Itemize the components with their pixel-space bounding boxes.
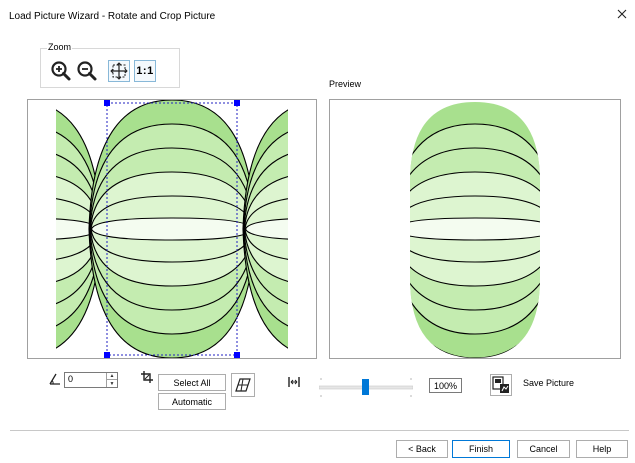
eye-band-0: [546, 100, 620, 358]
preview-panel: [329, 99, 621, 359]
select-all-label: Select All: [173, 377, 211, 388]
crop-grid-icon: [235, 378, 251, 392]
eye-band-1: [330, 124, 404, 334]
crop-handle[interactable]: [104, 100, 110, 106]
eye-band-4: [548, 196, 620, 262]
source-picture-panel[interactable]: [27, 99, 317, 359]
crop-handle[interactable]: [104, 352, 110, 358]
actual-size-button[interactable]: 1:1: [134, 60, 156, 82]
zoom-in-icon: [51, 61, 71, 81]
scale-percent-value: 100%: [433, 380, 458, 391]
title-bar: Load Picture Wizard - Rotate and Crop Pi…: [0, 0, 635, 30]
eye-band-0: [330, 100, 404, 358]
eye-band-5: [410, 217, 540, 241]
save-picture-icon: [492, 376, 509, 393]
select-all-button[interactable]: Select All: [158, 374, 226, 391]
crop-handle[interactable]: [234, 100, 240, 106]
rotation-angle-value[interactable]: 0: [68, 374, 73, 384]
cancel-label: Cancel: [529, 444, 558, 454]
help-button[interactable]: Help: [576, 440, 628, 458]
spin-down-arrow-icon[interactable]: ▼: [107, 380, 117, 387]
angle-icon: [49, 373, 60, 385]
scale-slider[interactable]: [318, 376, 414, 398]
zoom-out-button[interactable]: [76, 60, 98, 82]
preview-label: Preview: [329, 79, 362, 89]
actual-size-label: 1:1: [136, 65, 154, 77]
window-title: Load Picture Wizard - Rotate and Crop Pi…: [9, 11, 216, 22]
finish-label: Finish: [468, 444, 493, 454]
zoom-out-icon: [77, 61, 97, 81]
back-button[interactable]: < Back: [396, 440, 448, 458]
spin-up-arrow-icon[interactable]: ▲: [107, 373, 117, 380]
source-picture[interactable]: [28, 100, 316, 358]
crop-icon: [141, 371, 153, 383]
zoom-label: Zoom: [47, 42, 73, 52]
eye-band-3: [330, 172, 403, 286]
save-picture-label: Save Picture: [523, 378, 575, 388]
help-label: Help: [592, 444, 612, 454]
eye-band-4: [330, 196, 402, 262]
eye-band-5: [90, 217, 254, 241]
scale-horizontal-icon: [288, 377, 300, 387]
save-picture-button[interactable]: [490, 374, 512, 396]
scale-percent-field[interactable]: 100%: [429, 378, 462, 393]
back-label: < Back: [408, 444, 436, 454]
eye-band-1: [547, 124, 621, 334]
footer-divider: [10, 430, 629, 431]
eye-band-5: [330, 218, 402, 240]
eye-band-5: [549, 218, 621, 240]
eye-band-2: [547, 148, 620, 310]
zoom-in-button[interactable]: [50, 60, 72, 82]
zoom-fit-icon: [110, 62, 128, 80]
scale-slider-thumb[interactable]: [362, 379, 369, 395]
automatic-label: Automatic: [171, 396, 213, 407]
auto-crop-button[interactable]: [231, 373, 255, 397]
crop-handle[interactable]: [234, 352, 240, 358]
rotation-angle-spinner[interactable]: 0 ▲ ▼: [64, 372, 118, 388]
eye-band-3: [548, 172, 621, 286]
preview-picture: [330, 100, 621, 358]
cancel-button[interactable]: Cancel: [517, 440, 570, 458]
close-icon[interactable]: [615, 7, 629, 21]
zoom-fit-button[interactable]: [108, 60, 130, 82]
finish-button[interactable]: Finish: [452, 440, 510, 458]
eye-band-2: [330, 148, 403, 310]
automatic-button[interactable]: Automatic: [158, 393, 226, 410]
